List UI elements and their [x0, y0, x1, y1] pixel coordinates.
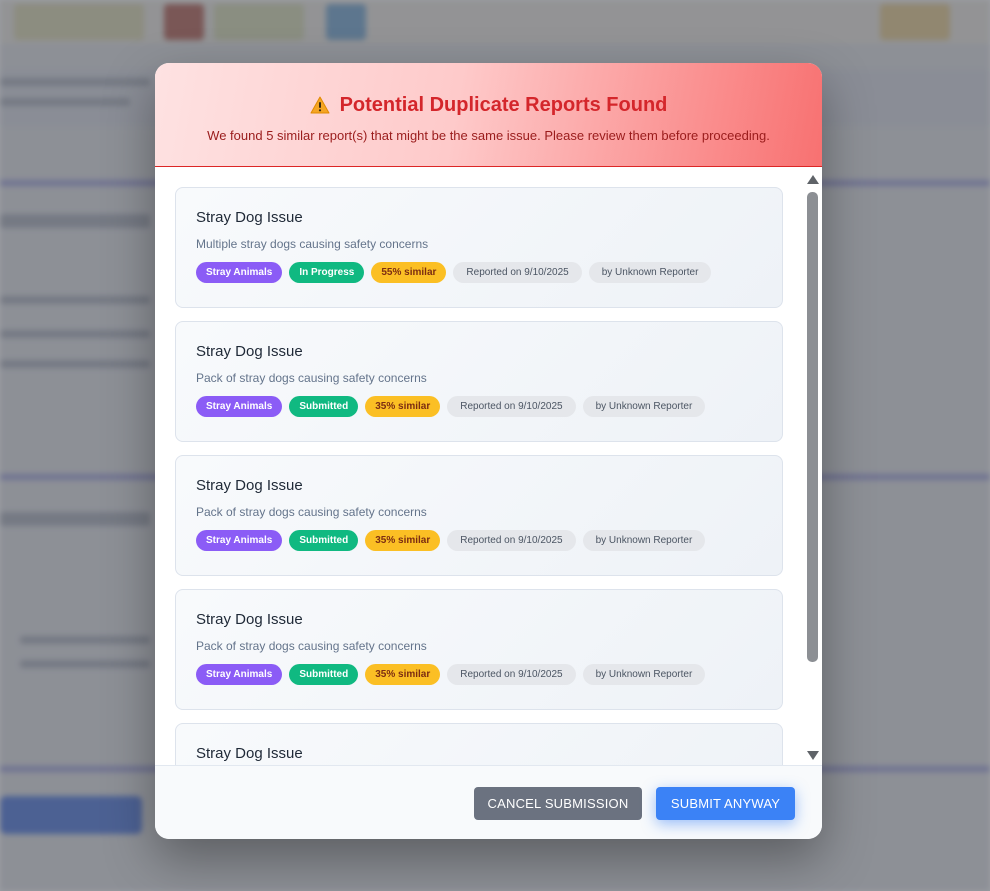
- status-badge: In Progress: [289, 262, 365, 283]
- report-card[interactable]: Stray Dog Issue Pack of stray dogs causi…: [175, 321, 783, 442]
- report-description: Multiple stray dogs causing safety conce…: [196, 237, 429, 251]
- similarity-badge: 35% similar: [365, 664, 441, 685]
- report-list-container[interactable]: Stray Dog Issue Multiple stray dogs caus…: [155, 168, 822, 765]
- report-card[interactable]: Stray Dog Issue Multiple stray dogs caus…: [175, 187, 783, 308]
- modal-title: Potential Duplicate Reports Found: [310, 93, 668, 117]
- report-tags: Stray Animals Submitted 35% similar Repo…: [196, 530, 762, 551]
- warning-icon: [310, 96, 330, 114]
- reported-date-badge: Reported on 9/10/2025: [447, 530, 576, 551]
- report-title: Stray Dog Issue: [196, 209, 303, 226]
- report-title: Stray Dog Issue: [196, 745, 303, 762]
- similarity-badge: 35% similar: [365, 396, 441, 417]
- reporter-badge: by Unknown Reporter: [582, 530, 706, 551]
- modal-header: Potential Duplicate Reports Found We fou…: [155, 63, 822, 167]
- reporter-badge: by Unknown Reporter: [582, 664, 706, 685]
- similarity-badge: 55% similar: [371, 262, 447, 283]
- category-badge: Stray Animals: [196, 530, 283, 551]
- reported-date-badge: Reported on 9/10/2025: [447, 396, 576, 417]
- report-list: Stray Dog Issue Multiple stray dogs caus…: [175, 187, 783, 765]
- submit-anyway-button[interactable]: SUBMIT ANYWAY: [656, 787, 795, 820]
- report-card[interactable]: Stray Dog Issue: [175, 723, 783, 765]
- scroll-down-arrow-icon[interactable]: [807, 751, 819, 760]
- reporter-badge: by Unknown Reporter: [582, 396, 706, 417]
- report-title: Stray Dog Issue: [196, 477, 303, 494]
- scrollbar-thumb[interactable]: [807, 192, 818, 662]
- report-card[interactable]: Stray Dog Issue Pack of stray dogs causi…: [175, 589, 783, 710]
- modal-title-text: Potential Duplicate Reports Found: [339, 94, 668, 116]
- category-badge: Stray Animals: [196, 396, 283, 417]
- report-title: Stray Dog Issue: [196, 343, 303, 360]
- report-description: Pack of stray dogs causing safety concer…: [196, 505, 427, 519]
- category-badge: Stray Animals: [196, 664, 283, 685]
- reported-date-badge: Reported on 9/10/2025: [453, 262, 582, 283]
- report-tags: Stray Animals Submitted 35% similar Repo…: [196, 664, 762, 685]
- reporter-badge: by Unknown Reporter: [588, 262, 712, 283]
- report-tags: Stray Animals In Progress 55% similar Re…: [196, 262, 762, 283]
- duplicate-reports-modal: Potential Duplicate Reports Found We fou…: [155, 63, 822, 839]
- report-card[interactable]: Stray Dog Issue Pack of stray dogs causi…: [175, 455, 783, 576]
- reported-date-badge: Reported on 9/10/2025: [447, 664, 576, 685]
- status-badge: Submitted: [289, 396, 359, 417]
- modal-subtitle: We found 5 similar report(s) that might …: [207, 128, 770, 143]
- report-title: Stray Dog Issue: [196, 611, 303, 628]
- scroll-up-arrow-icon[interactable]: [807, 175, 819, 184]
- category-badge: Stray Animals: [196, 262, 283, 283]
- status-badge: Submitted: [289, 664, 359, 685]
- report-description: Pack of stray dogs causing safety concer…: [196, 371, 427, 385]
- report-list-scrollbar[interactable]: [805, 168, 821, 765]
- report-tags: Stray Animals Submitted 35% similar Repo…: [196, 396, 762, 417]
- modal-footer: CANCEL SUBMISSION SUBMIT ANYWAY: [155, 765, 822, 839]
- similarity-badge: 35% similar: [365, 530, 441, 551]
- report-description: Pack of stray dogs causing safety concer…: [196, 639, 427, 653]
- status-badge: Submitted: [289, 530, 359, 551]
- cancel-submission-button[interactable]: CANCEL SUBMISSION: [474, 787, 642, 820]
